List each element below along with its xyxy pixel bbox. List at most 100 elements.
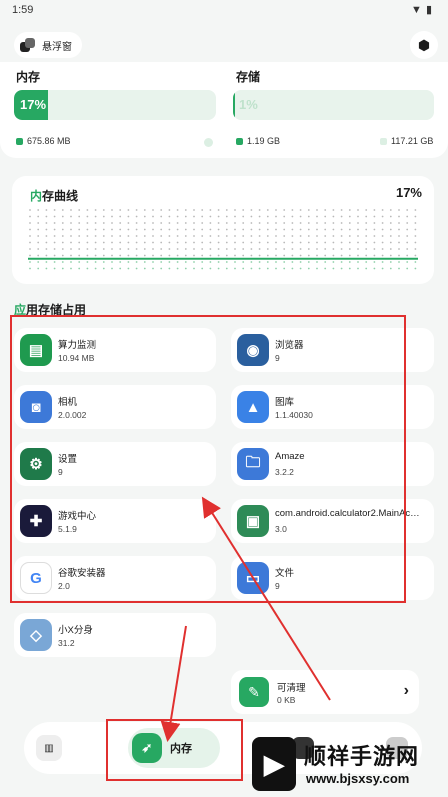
- curve-dot: [78, 261, 81, 263]
- app-item[interactable]: ▭ 文件 9: [231, 556, 434, 600]
- curve-dot: [152, 261, 154, 263]
- curve-dot: [201, 261, 204, 263]
- nav-item-monitor[interactable]: ▥: [36, 735, 62, 761]
- curve-dot: [275, 222, 277, 224]
- curve-dot: [324, 235, 327, 237]
- curve-dot: [291, 209, 294, 211]
- curve-dot: [111, 215, 113, 218]
- curve-dot: [365, 248, 368, 250]
- curve-dot: [111, 261, 113, 263]
- curve-dot: [357, 235, 359, 237]
- float-window-button[interactable]: 悬浮窗: [14, 32, 82, 58]
- curve-dot: [348, 261, 351, 263]
- curve-dot: [152, 241, 154, 244]
- curve-dot: [53, 267, 56, 270]
- app-item[interactable]: ⚙ 设置 9: [14, 442, 216, 486]
- google-icon: G: [20, 562, 52, 594]
- curve-dot: [168, 222, 171, 224]
- curve-dot: [86, 248, 89, 250]
- curve-dot: [119, 261, 122, 263]
- app-item[interactable]: ✚ 游戏中心 5.1.9: [14, 499, 216, 543]
- curve-dot: [102, 222, 105, 224]
- broom-icon: ✎: [239, 677, 269, 707]
- curve-dot: [201, 209, 204, 211]
- curve-dot: [381, 235, 384, 237]
- curve-dot: [357, 215, 359, 218]
- settings-button[interactable]: ⬢: [410, 31, 438, 59]
- curve-dot: [184, 215, 187, 218]
- curve-dot: [275, 228, 277, 231]
- curve-dot: [193, 228, 195, 231]
- curve-dot: [242, 254, 245, 257]
- app-name: 相机: [58, 397, 78, 408]
- curve-dot: [225, 254, 228, 257]
- curve-dot: [348, 254, 351, 257]
- curve-dot: [37, 248, 40, 250]
- app-item[interactable]: ▣ com.android.calculator2.MainAc… 3.0: [231, 499, 434, 543]
- curve-dot: [119, 235, 122, 237]
- curve-dot: [184, 267, 187, 270]
- memory-curve-chart: [28, 209, 418, 270]
- app-item[interactable]: ◙ 相机 2.0.002: [14, 385, 216, 429]
- curve-dot: [373, 267, 376, 270]
- curve-dot: [324, 215, 327, 218]
- app-item[interactable]: 🗀 Amaze 3.2.2: [231, 442, 434, 486]
- curve-dot: [135, 267, 138, 270]
- curve-dot: [389, 241, 392, 244]
- curve-dot: [324, 222, 327, 224]
- curve-dot: [266, 235, 269, 237]
- curve-dot: [332, 228, 335, 231]
- curve-dot: [340, 261, 343, 263]
- curve-dot: [250, 222, 253, 224]
- curve-dot: [398, 254, 400, 257]
- curve-dot: [127, 235, 130, 237]
- curve-dot: [373, 254, 376, 257]
- curve-dot: [209, 235, 212, 237]
- curve-dot: [324, 248, 327, 250]
- rocket-icon: ➶: [132, 733, 162, 763]
- curve-dot: [225, 228, 228, 231]
- curve-dot: [299, 222, 302, 224]
- curve-dot: [152, 222, 154, 224]
- app-size: 3.2.2: [275, 467, 294, 477]
- curve-dot: [29, 228, 31, 231]
- app-item[interactable]: G 谷歌安装器 2.0: [14, 556, 216, 600]
- curve-dot: [53, 222, 56, 224]
- curve-dot: [414, 241, 417, 244]
- curve-dot: [266, 261, 269, 263]
- app-size: 9: [58, 467, 63, 477]
- curve-dot: [389, 228, 392, 231]
- curve-dot: [316, 235, 318, 237]
- curve-dot: [209, 261, 212, 263]
- android-icon: ▣: [237, 505, 269, 537]
- app-item[interactable]: ▲ 图库 1.1.40030: [231, 385, 434, 429]
- app-item[interactable]: ▤ 算力监测 10.94 MB: [14, 328, 216, 372]
- curve-dot: [29, 215, 31, 218]
- curve-dot: [168, 267, 171, 270]
- curve-dot: [340, 222, 343, 224]
- curve-dot: [398, 261, 400, 263]
- app-item[interactable]: ◇ 小X分身 31.2: [14, 613, 216, 657]
- curve-dot: [61, 235, 64, 237]
- curve-dot: [127, 241, 130, 244]
- curve-dot: [365, 241, 368, 244]
- curve-dot: [184, 261, 187, 263]
- curve-dot: [291, 261, 294, 263]
- curve-dot: [348, 267, 351, 270]
- curve-dot: [217, 267, 220, 270]
- curve-dot: [176, 215, 179, 218]
- curve-dot: [78, 215, 81, 218]
- cleanable-card[interactable]: ✎ 可清理 0 KB ›: [231, 670, 419, 714]
- curve-dot: [127, 261, 130, 263]
- curve-dot: [225, 261, 228, 263]
- app-size: 31.2: [58, 638, 75, 648]
- curve-dot: [127, 209, 130, 211]
- nav-item-memory[interactable]: ➶ 内存: [128, 728, 220, 768]
- curve-dot: [45, 267, 48, 270]
- curve-dot: [209, 209, 212, 211]
- files-icon: ▭: [237, 562, 269, 594]
- curve-dot: [234, 248, 236, 250]
- curve-dot: [78, 235, 81, 237]
- app-item[interactable]: ◉ 浏览器 9: [231, 328, 434, 372]
- curve-dot: [258, 254, 261, 257]
